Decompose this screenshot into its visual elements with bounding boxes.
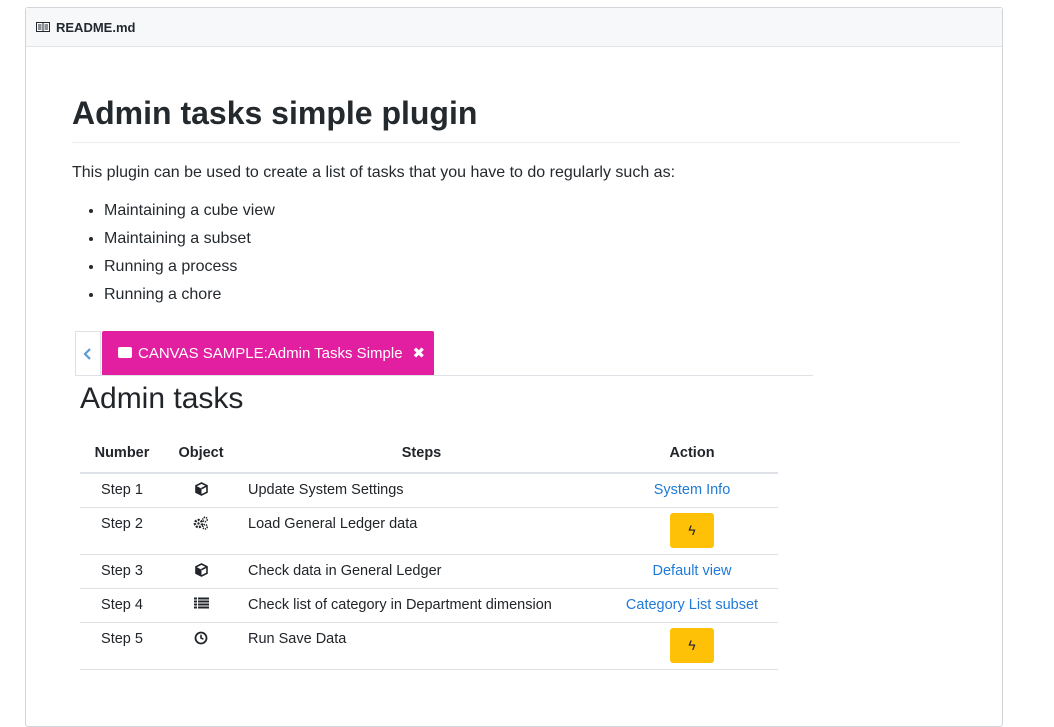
step-number: Step 5	[80, 622, 164, 670]
readme-header: README.md	[26, 8, 1002, 47]
step-text: Check list of category in Department dim…	[238, 588, 606, 623]
list-item: Maintaining a cube view	[104, 199, 960, 223]
chevron-left-icon[interactable]	[75, 331, 101, 375]
clock-icon	[194, 631, 208, 649]
table-row: Step 1 Update System Settings System Inf…	[80, 473, 778, 508]
step-number: Step 3	[80, 554, 164, 589]
page-title: Admin tasks simple plugin	[72, 94, 960, 144]
tab-canvas-sample[interactable]: CANVAS SAMPLE:Admin Tasks Simple ✖	[102, 331, 434, 375]
table-row: Step 2 Load General Ledger data ϟ	[80, 507, 778, 555]
admin-tasks-table: Number Object Steps Action Step 1 Update…	[80, 434, 778, 670]
briefcase-icon	[118, 346, 132, 358]
step-text: Check data in General Ledger	[238, 554, 606, 589]
step-text: Run Save Data	[238, 622, 606, 670]
tab-label: CANVAS SAMPLE:Admin Tasks Simple	[138, 344, 403, 362]
step-text: Update System Settings	[238, 473, 606, 508]
step-number: Step 2	[80, 507, 164, 555]
system-info-link[interactable]: System Info	[654, 482, 731, 498]
bolt-icon: ϟ	[688, 637, 696, 653]
book-icon	[36, 21, 52, 33]
column-header: Object	[164, 434, 238, 474]
cube-icon	[194, 563, 208, 581]
cube-icon	[194, 482, 208, 500]
list-item: Running a process	[104, 255, 960, 279]
section-heading: Admin tasks	[80, 382, 244, 415]
readme-filename: README.md	[56, 19, 136, 35]
task-list: Maintaining a cube view Maintaining a su…	[72, 199, 960, 307]
table-row: Step 3 Check data in General Ledger Defa…	[80, 554, 778, 589]
table-header-row: Number Object Steps Action	[80, 434, 778, 474]
readme-content: Admin tasks simple plugin This plugin ca…	[72, 46, 960, 307]
embedded-screenshot: CANVAS SAMPLE:Admin Tasks Simple ✖ Admin…	[75, 331, 813, 670]
step-number: Step 4	[80, 588, 164, 623]
column-header: Number	[80, 434, 164, 474]
bolt-icon: ϟ	[688, 522, 696, 538]
tab-bar: CANVAS SAMPLE:Admin Tasks Simple ✖	[75, 331, 813, 376]
column-header: Action	[606, 434, 778, 474]
list-item: Running a chore	[104, 283, 960, 307]
intro-paragraph: This plugin can be used to create a list…	[72, 164, 676, 182]
readme-container: README.md Admin tasks simple plugin This…	[25, 7, 1003, 727]
close-icon[interactable]: ✖	[413, 344, 426, 362]
default-view-link[interactable]: Default view	[653, 563, 732, 579]
list-icon	[193, 597, 209, 613]
category-list-subset-link[interactable]: Category List subset	[626, 597, 758, 613]
table-row: Step 5 Run Save Data ϟ	[80, 622, 778, 670]
step-number: Step 1	[80, 473, 164, 508]
cogs-icon	[193, 516, 209, 534]
list-item: Maintaining a subset	[104, 227, 960, 251]
run-chore-button[interactable]: ϟ	[670, 628, 714, 663]
run-process-button[interactable]: ϟ	[670, 513, 714, 548]
table-row: Step 4 Check list of category in Departm…	[80, 588, 778, 623]
column-header: Steps	[238, 434, 606, 474]
step-text: Load General Ledger data	[238, 507, 606, 555]
